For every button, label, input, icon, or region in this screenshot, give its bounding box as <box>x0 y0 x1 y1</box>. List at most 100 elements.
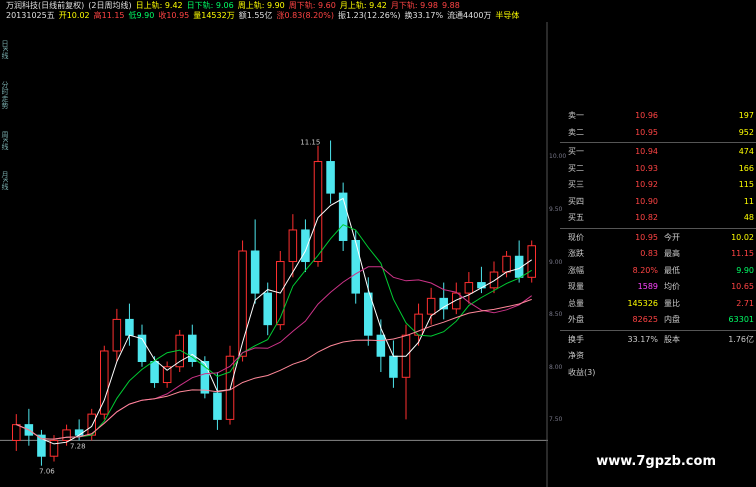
header-value: 量14532万 <box>193 11 235 20</box>
quote-row[interactable]: 涨跌 0.83 最高 11.15 <box>560 246 756 261</box>
quote-label: 股本 <box>664 334 680 344</box>
quote-value: 10.95 <box>635 127 658 137</box>
extra-row[interactable]: 收益(3) <box>560 365 756 380</box>
candle-body <box>489 271 499 289</box>
candle-body <box>125 318 134 336</box>
quote-label: 买五 <box>568 213 584 222</box>
quote-value: 2.71 <box>736 298 754 308</box>
quote-value: 8.20% <box>632 265 658 275</box>
watermark: www.7gpzb.com <box>596 454 716 469</box>
quote-value: 10.95 <box>635 232 658 242</box>
quote-value: 10.96 <box>635 111 658 120</box>
quote-row[interactable]: 现量 1589 均价 10.65 <box>560 279 756 294</box>
header-value: 万润科技(日线前复权) <box>6 1 85 10</box>
chart-header: 万润科技(日线前复权) (2日周均线) 日上轨: 9.42 日下轨: 9.06 周上轨:… <box>0 0 756 22</box>
quote-value: 952 <box>738 127 754 137</box>
quote-value: 10.82 <box>635 213 658 222</box>
quote-label: 涨幅 <box>568 265 584 275</box>
quote-label: 收益(3) <box>568 367 596 377</box>
quote-label: 量比 <box>664 298 680 308</box>
candle-body <box>263 292 272 326</box>
panel-divider <box>560 227 756 229</box>
candle-body <box>502 255 511 273</box>
kline-chart[interactable]: 11.15 7.06 7.28 <box>0 22 548 487</box>
candle-body <box>351 239 360 294</box>
header-value: 月上轨: 9.42 <box>339 1 387 10</box>
quote-value: 1.76亿 <box>728 334 754 344</box>
candle-body <box>326 161 335 194</box>
price-axis: 10.00 9.50 9.00 8.50 8.00 7.50 <box>548 22 566 487</box>
panel-divider <box>560 142 756 143</box>
header-value: 收10.95 <box>158 11 190 20</box>
quote-value: 48 <box>743 213 754 222</box>
candle-body <box>477 282 486 289</box>
high-price-label: 11.15 <box>300 139 320 147</box>
candle-body <box>213 392 222 420</box>
candle-body <box>426 297 436 315</box>
ask-row[interactable]: 卖一 10.96 197 <box>560 108 756 123</box>
quote-row[interactable]: 现价 10.95 今开 10.02 <box>560 230 756 245</box>
header-value: 日下轨: 9.06 <box>186 1 234 10</box>
bid-row[interactable]: 买一 10.94 474 <box>560 144 756 159</box>
candle-body <box>288 229 298 263</box>
quote-label: 买四 <box>568 196 584 206</box>
quote-label: 现价 <box>568 232 584 242</box>
quote-row[interactable]: 外盘 82625 内盘 63301 <box>560 312 756 327</box>
quote-value: 63301 <box>728 315 754 324</box>
bid-row[interactable]: 买二 10.93 166 <box>560 161 756 176</box>
quote-label: 净资 <box>568 351 584 360</box>
quote-label: 买二 <box>568 163 584 173</box>
indicator-row: 万润科技(日线前复权) (2日周均线) 日上轨: 9.42 日下轨: 9.06 周上轨:… <box>6 1 464 11</box>
quote-value: 33.17% <box>627 334 658 344</box>
extra-row[interactable]: 换手 33.17% 股本 1.76亿 <box>560 332 756 347</box>
bid-row[interactable]: 买五 10.82 48 <box>560 210 756 225</box>
candle-body <box>62 429 71 441</box>
candle-body <box>12 424 21 441</box>
header-value: 9.88 <box>441 1 460 10</box>
header-value: 周上轨: 9.90 <box>237 1 285 10</box>
quote-label: 买一 <box>568 147 584 156</box>
quote-value: 11.15 <box>731 249 754 258</box>
header-value: (2日周均线) <box>88 1 132 10</box>
low-price-label-2: 7.28 <box>70 442 86 450</box>
candle-body <box>74 429 84 436</box>
quote-value: 474 <box>738 147 754 156</box>
quote-value: 10.93 <box>635 163 658 173</box>
bid-row[interactable]: 买四 10.90 11 <box>560 194 756 209</box>
bid-row[interactable]: 买三 10.92 115 <box>560 177 756 192</box>
quote-label: 均价 <box>664 282 680 291</box>
candle-body <box>301 229 310 263</box>
quote-label: 现量 <box>568 282 584 291</box>
header-value: 20131025五 <box>6 11 55 20</box>
candle-body <box>452 292 461 310</box>
header-value: 半导体 <box>495 11 520 20</box>
quote-label: 最高 <box>664 249 680 258</box>
quote-value: 197 <box>738 111 754 120</box>
quote-panel: 卖一 10.96 197 卖二 10.95 952 买一 10.94 474 买二 10.93 166… <box>560 104 756 487</box>
header-value: 月下轨: 9.98 <box>390 1 438 10</box>
extra-row[interactable]: 净资 <box>560 348 756 363</box>
quote-value: 10.94 <box>635 147 658 156</box>
ma-line-mid <box>16 224 532 440</box>
quote-label: 卖一 <box>568 111 584 120</box>
quote-value: 0.83 <box>640 249 658 258</box>
quote-row[interactable]: 涨幅 8.20% 最低 9.90 <box>560 263 756 278</box>
quote-value: 1589 <box>637 282 658 291</box>
ohlc-info-row: 20131025五 开10.02 高11.15 低9.90 收10.95 量14532万额… <box>6 11 523 21</box>
candle-body <box>150 361 159 384</box>
quote-label: 总量 <box>568 298 584 308</box>
quote-label: 涨跌 <box>568 249 584 258</box>
ask-row[interactable]: 卖二 10.95 952 <box>560 125 756 140</box>
quote-label: 卖二 <box>568 127 584 137</box>
quote-label: 内盘 <box>664 315 680 324</box>
quote-label: 外盘 <box>568 315 584 324</box>
header-value: 日上轨: 9.42 <box>135 1 183 10</box>
ma-line-short <box>16 197 532 445</box>
candle-body <box>250 250 260 294</box>
quote-label: 换手 <box>568 334 584 344</box>
header-value: 周下轨: 9.60 <box>288 1 336 10</box>
panel-divider <box>560 329 756 331</box>
candle-body <box>376 334 386 357</box>
quote-value: 10.92 <box>635 180 658 189</box>
quote-row[interactable]: 总量 145326 量比 2.71 <box>560 296 756 311</box>
